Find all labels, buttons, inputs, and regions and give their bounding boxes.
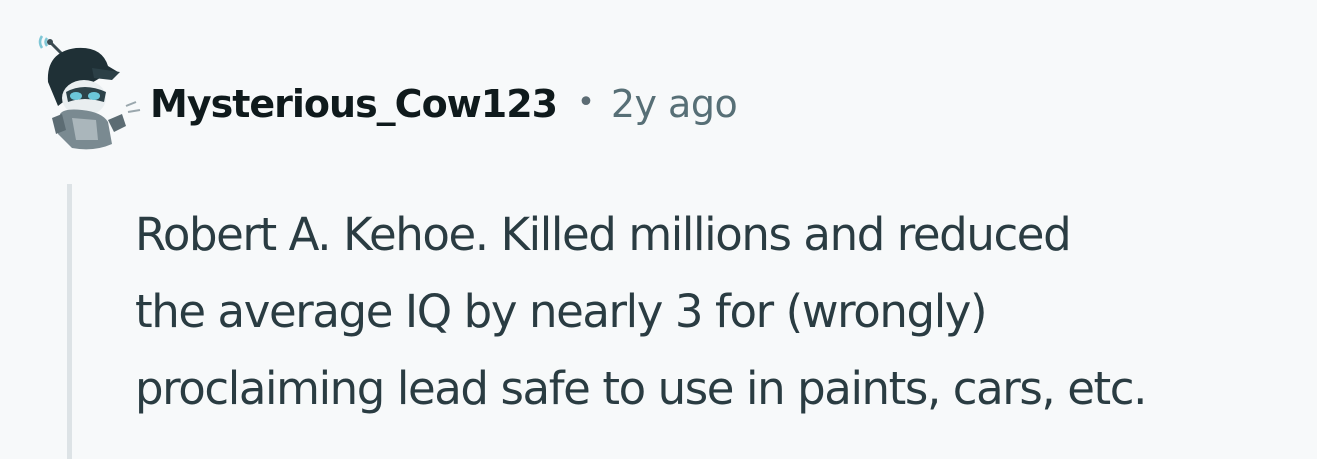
thread-line[interactable] [67, 184, 72, 459]
timestamp[interactable]: 2y ago [611, 82, 738, 126]
username-link[interactable]: Mysterious_Cow123 [150, 82, 558, 126]
comment-body-line: the average IQ by nearly 3 for (wrongly) [135, 285, 988, 338]
comment-body: Robert A. Kehoe. Killed millions and red… [135, 196, 1305, 427]
comment-body-line: proclaiming lead safe to use in paints, … [135, 362, 1147, 415]
snoo-avatar-icon [38, 35, 141, 150]
separator-dot: • [577, 84, 595, 120]
user-avatar[interactable] [36, 22, 146, 158]
comment: Mysterious_Cow123 • 2y ago Robert A. Keh… [0, 0, 1317, 459]
comment-meta: Mysterious_Cow123 • 2y ago [150, 76, 738, 132]
comment-body-line: Robert A. Kehoe. Killed millions and red… [135, 208, 1072, 261]
